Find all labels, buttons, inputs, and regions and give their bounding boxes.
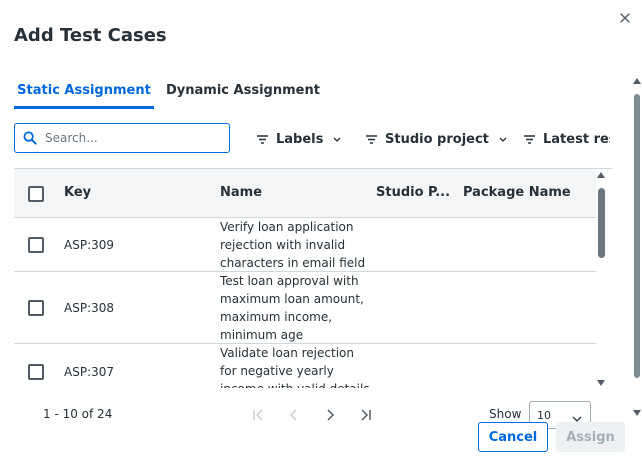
select-all-checkbox[interactable] bbox=[28, 186, 44, 202]
pagination-range: 1 - 10 of 24 bbox=[43, 407, 113, 421]
chevron-left-icon bbox=[289, 409, 297, 421]
scroll-up-icon[interactable] bbox=[633, 78, 641, 84]
column-header-name[interactable]: Name bbox=[220, 185, 262, 200]
column-header-key[interactable]: Key bbox=[64, 185, 91, 200]
close-button[interactable] bbox=[617, 10, 633, 26]
row-key: ASP:307 bbox=[64, 365, 115, 379]
dialog-scrollbar[interactable] bbox=[632, 78, 642, 418]
row-key: ASP:309 bbox=[64, 238, 115, 252]
scroll-down-icon[interactable] bbox=[633, 410, 641, 416]
assign-button[interactable]: Assign bbox=[556, 422, 625, 452]
search-input[interactable] bbox=[45, 131, 215, 145]
first-page-icon bbox=[253, 409, 263, 421]
table-row[interactable]: ASP:308 Test loan approval with maximum … bbox=[14, 272, 596, 344]
scroll-up-icon[interactable] bbox=[597, 172, 605, 178]
chevron-down-icon bbox=[499, 137, 507, 142]
table-row[interactable]: ASP:307 Validate loan rejection for nega… bbox=[14, 344, 596, 388]
search-box[interactable] bbox=[14, 123, 230, 153]
filter-icon bbox=[524, 134, 535, 144]
row-key: ASP:308 bbox=[64, 301, 115, 315]
close-icon bbox=[620, 13, 630, 23]
latest-result-filter[interactable]: Latest resu bbox=[524, 130, 610, 148]
table-row[interactable]: ASP:309 Verify loan application rejectio… bbox=[14, 218, 596, 272]
test-cases-table: Key Name Studio P... Package Name ASP:30… bbox=[14, 168, 612, 388]
dialog-scrollbar-thumb[interactable] bbox=[634, 94, 640, 378]
page-size-label: Show bbox=[489, 407, 522, 421]
column-header-package-name[interactable]: Package Name bbox=[463, 185, 571, 200]
row-checkbox[interactable] bbox=[28, 237, 44, 253]
row-checkbox[interactable] bbox=[28, 364, 44, 380]
tab-bar: Static Assignment Dynamic Assignment bbox=[14, 78, 614, 109]
table-scrollbar-thumb[interactable] bbox=[598, 188, 605, 258]
row-name: Validate loan rejection for negative yea… bbox=[220, 346, 370, 388]
first-page-button[interactable] bbox=[250, 407, 266, 423]
cancel-button[interactable]: Cancel bbox=[478, 422, 548, 452]
search-icon bbox=[23, 131, 37, 145]
table-scrollbar[interactable] bbox=[595, 172, 607, 388]
filter-icon bbox=[366, 134, 377, 144]
chevron-down-icon bbox=[333, 137, 341, 142]
column-header-studio-project[interactable]: Studio P... bbox=[376, 185, 450, 200]
next-page-button[interactable] bbox=[322, 407, 338, 423]
studio-project-filter[interactable]: Studio project bbox=[366, 130, 507, 148]
previous-page-button[interactable] bbox=[286, 407, 302, 423]
latest-result-filter-label: Latest resu bbox=[543, 131, 610, 147]
labels-filter-label: Labels bbox=[276, 131, 324, 147]
studio-project-filter-label: Studio project bbox=[385, 131, 489, 147]
tab-dynamic-assignment[interactable]: Dynamic Assignment bbox=[166, 78, 320, 109]
filter-icon bbox=[257, 134, 268, 144]
page-size-value: 10 bbox=[537, 409, 551, 422]
row-name: Test loan approval with maximum loan amo… bbox=[220, 274, 364, 342]
row-name: Verify loan application rejection with i… bbox=[220, 220, 366, 270]
scroll-down-icon[interactable] bbox=[597, 380, 605, 386]
last-page-icon bbox=[361, 409, 371, 421]
tab-static-assignment[interactable]: Static Assignment bbox=[14, 78, 154, 109]
dialog-title: Add Test Cases bbox=[14, 25, 167, 46]
chevron-right-icon bbox=[327, 409, 335, 421]
labels-filter[interactable]: Labels bbox=[257, 130, 341, 148]
add-test-cases-dialog: Add Test Cases Static Assignment Dynamic… bbox=[0, 0, 642, 466]
table-header: Key Name Studio P... Package Name bbox=[14, 169, 596, 218]
last-page-button[interactable] bbox=[358, 407, 374, 423]
row-checkbox[interactable] bbox=[28, 300, 44, 316]
